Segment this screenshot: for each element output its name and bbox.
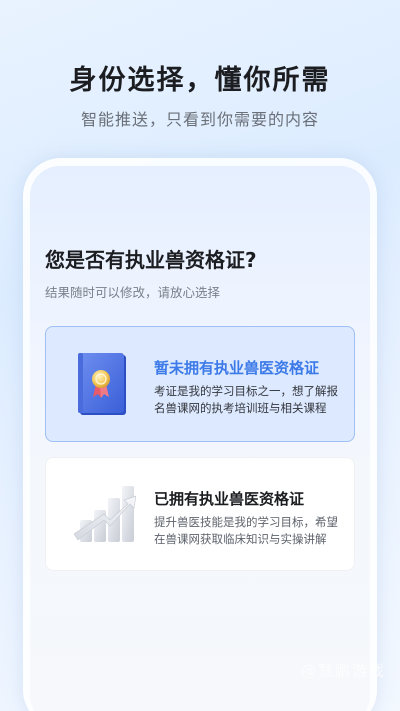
option-description: 考证是我的学习目标之一，想了解报名兽课网的执考培训班与相关课程 bbox=[154, 384, 338, 415]
option-has-certificate[interactable]: 已拥有执业兽医资格证 提升兽医技能是我的学习目标，希望在兽课网获取临床知识与实操… bbox=[45, 457, 355, 571]
option-no-certificate[interactable]: 暂未拥有执业兽医资格证 考证是我的学习目标之一，想了解报名兽课网的执考培训班与相… bbox=[45, 326, 355, 442]
hero-title: 身份选择，懂你所需 bbox=[69, 65, 331, 96]
watermark: @慧鹏游戏 bbox=[300, 662, 386, 680]
question-hint: 结果随时可以修改，请放心选择 bbox=[45, 285, 221, 300]
option-title: 暂未拥有执业兽医资格证 bbox=[154, 359, 320, 377]
certificate-book-icon bbox=[74, 351, 130, 417]
option-title: 已拥有执业兽医资格证 bbox=[154, 490, 305, 508]
hero-subtitle: 智能推送，只看到你需要的内容 bbox=[80, 110, 319, 129]
option-description: 提升兽医技能是我的学习目标，希望在兽课网获取临床知识与实操讲解 bbox=[154, 515, 338, 546]
growth-bars-icon bbox=[73, 482, 137, 548]
phone-screen: 您是否有执业兽资格证? 结果随时可以修改，请放心选择 暂未拥有执业兽医资格证 考… bbox=[30, 166, 370, 711]
question-title: 您是否有执业兽资格证? bbox=[45, 248, 257, 272]
